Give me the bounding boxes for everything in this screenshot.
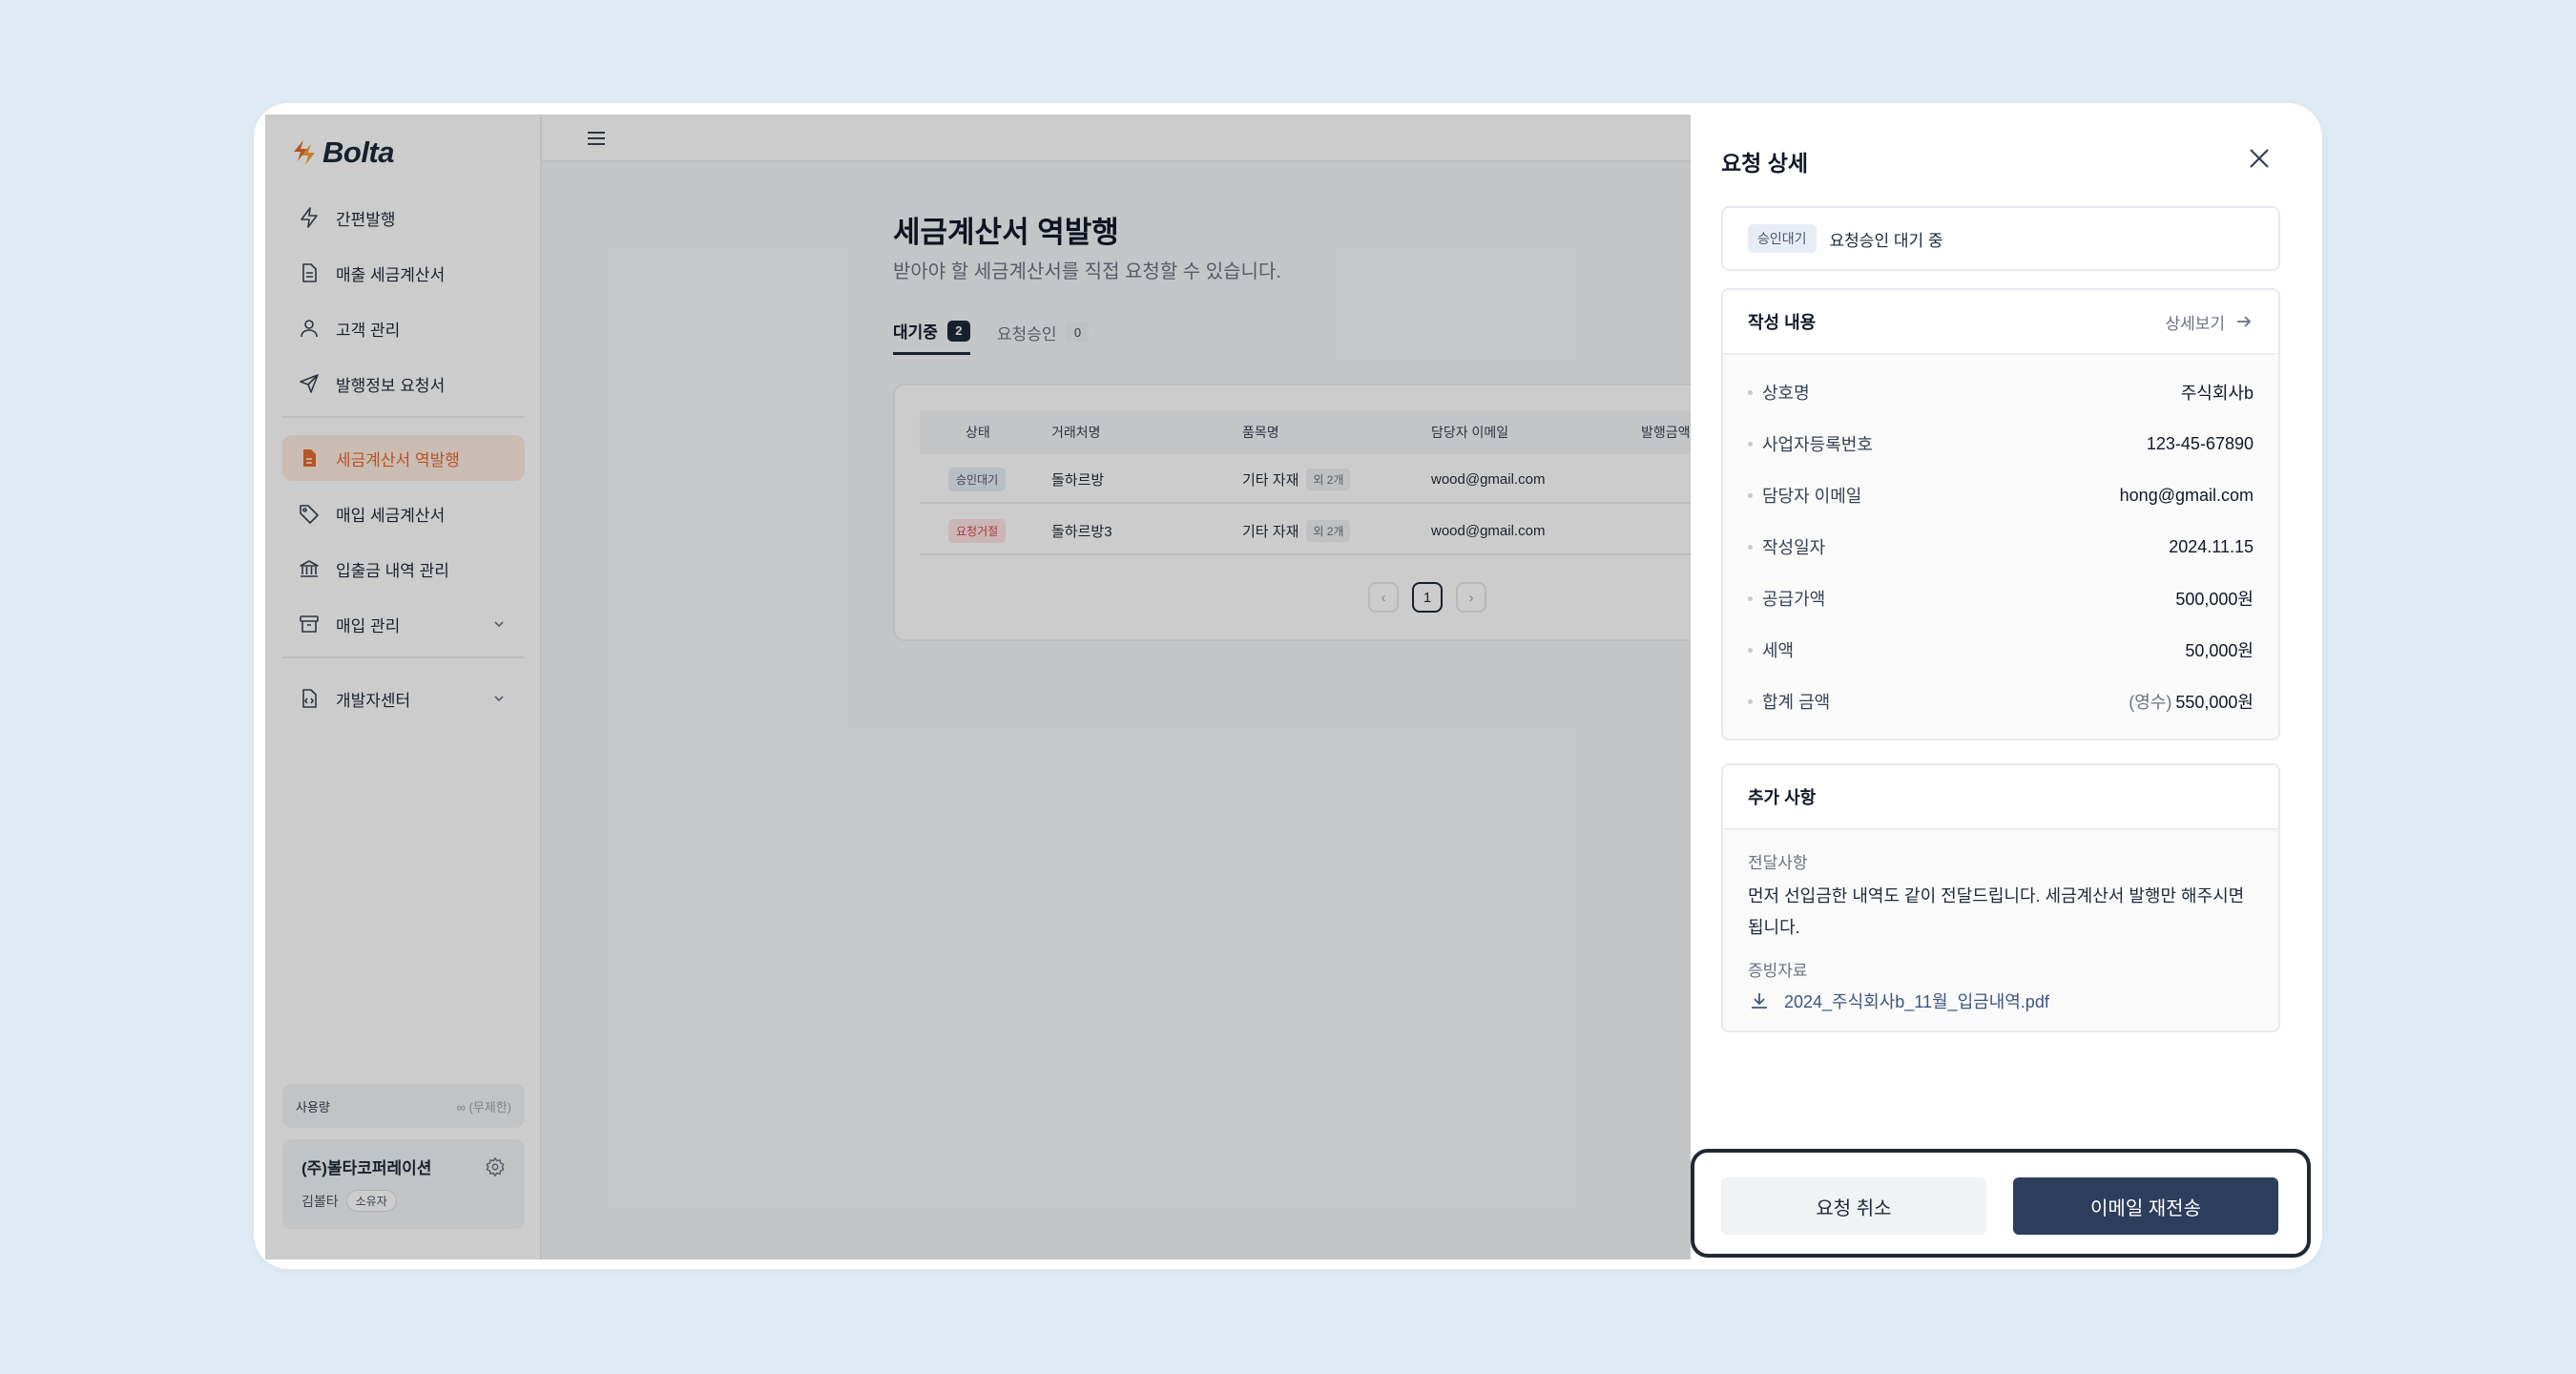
field-value: 2024.11.15 <box>2169 536 2254 556</box>
arrow-right-icon <box>2237 316 2252 327</box>
content-section-header: 작성 내용 상세보기 <box>1723 290 2278 355</box>
attachment-filename: 2024_주식회사b_11월_입금내역.pdf <box>1784 992 2049 1011</box>
download-icon <box>1752 993 1767 1009</box>
field-label: 공급가액 <box>1748 586 1825 611</box>
field-value: 500,000원 <box>2175 590 2254 609</box>
extra-body: 전달사항 먼저 선입금한 내역도 같이 전달드립니다. 세금계산서 발행만 해주… <box>1723 830 2278 1013</box>
field-row: 작성일자 2024.11.15 <box>1748 521 2254 572</box>
receipt-prefix: (영수) <box>2129 693 2172 712</box>
drawer-title: 요청 상세 <box>1721 151 1809 176</box>
request-detail-drawer: 요청 상세 승인대기 요청승인 대기 중 작성 내용 상세보기 상호명 주식회사b… <box>1691 114 2311 1260</box>
status-text: 요청승인 대기 중 <box>1829 231 1943 250</box>
cancel-request-button[interactable]: 요청 취소 <box>1721 1177 1986 1235</box>
content-section: 작성 내용 상세보기 상호명 주식회사b 사업자등록번호 123-45-67890 … <box>1721 288 2280 740</box>
field-value: 123-45-67890 <box>2146 433 2254 453</box>
request-status: 승인대기 요청승인 대기 중 <box>1721 206 2280 271</box>
total-amount: 550,000원 <box>2175 693 2254 712</box>
view-detail-label: 상세보기 <box>2165 314 2225 333</box>
field-row: 사업자등록번호 123-45-67890 <box>1748 418 2254 469</box>
attachment-label: 증빙자료 <box>1748 962 1808 980</box>
field-row: 공급가액 500,000원 <box>1748 572 2254 624</box>
field-row: 합계 금액 (영수) 550,000원 <box>1748 676 2254 727</box>
message-label: 전달사항 <box>1748 854 1808 872</box>
section-title: 추가 사항 <box>1748 788 1817 807</box>
field-label: 사업자등록번호 <box>1748 431 1873 456</box>
field-label: 상호명 <box>1748 380 1810 405</box>
attachment-link[interactable]: 2024_주식회사b_11월_입금내역.pdf <box>1748 989 2254 1013</box>
field-label: 합계 금액 <box>1748 689 1830 714</box>
section-title: 작성 내용 <box>1748 313 1817 332</box>
status-badge: 승인대기 <box>1748 224 1817 253</box>
field-value: hong@gmail.com <box>2119 485 2254 505</box>
field-row: 세액 50,000원 <box>1748 624 2254 676</box>
close-icon[interactable] <box>2244 143 2275 174</box>
field-value: 50,000원 <box>2185 641 2254 660</box>
field-label: 세액 <box>1748 637 1794 662</box>
resend-email-button[interactable]: 이메일 재전송 <box>2013 1177 2278 1235</box>
view-detail-link[interactable]: 상세보기 <box>2165 310 2254 334</box>
extra-section-header: 추가 사항 <box>1723 765 2278 830</box>
field-row: 담당자 이메일 hong@gmail.com <box>1748 469 2254 521</box>
field-row: 상호명 주식회사b <box>1748 366 2254 418</box>
field-label: 담당자 이메일 <box>1748 483 1861 508</box>
field-list: 상호명 주식회사b 사업자등록번호 123-45-67890 담당자 이메일 hong… <box>1723 355 2278 727</box>
field-label: 작성일자 <box>1748 534 1825 559</box>
field-value: 주식회사b <box>2180 384 2254 403</box>
app-window: Bolta 간편발행 매출 세금계산서 고객 관리 발행정보 요청서 세금계산서… <box>265 114 2311 1260</box>
extra-section: 추가 사항 전달사항 먼저 선입금한 내역도 같이 전달드립니다. 세금계산서 … <box>1721 763 2280 1032</box>
field-value: (영수) 550,000원 <box>2129 689 2254 714</box>
message-text: 먼저 선입금한 내역도 같이 전달드립니다. 세금계산서 발행만 해주시면 됩니… <box>1748 886 2245 937</box>
